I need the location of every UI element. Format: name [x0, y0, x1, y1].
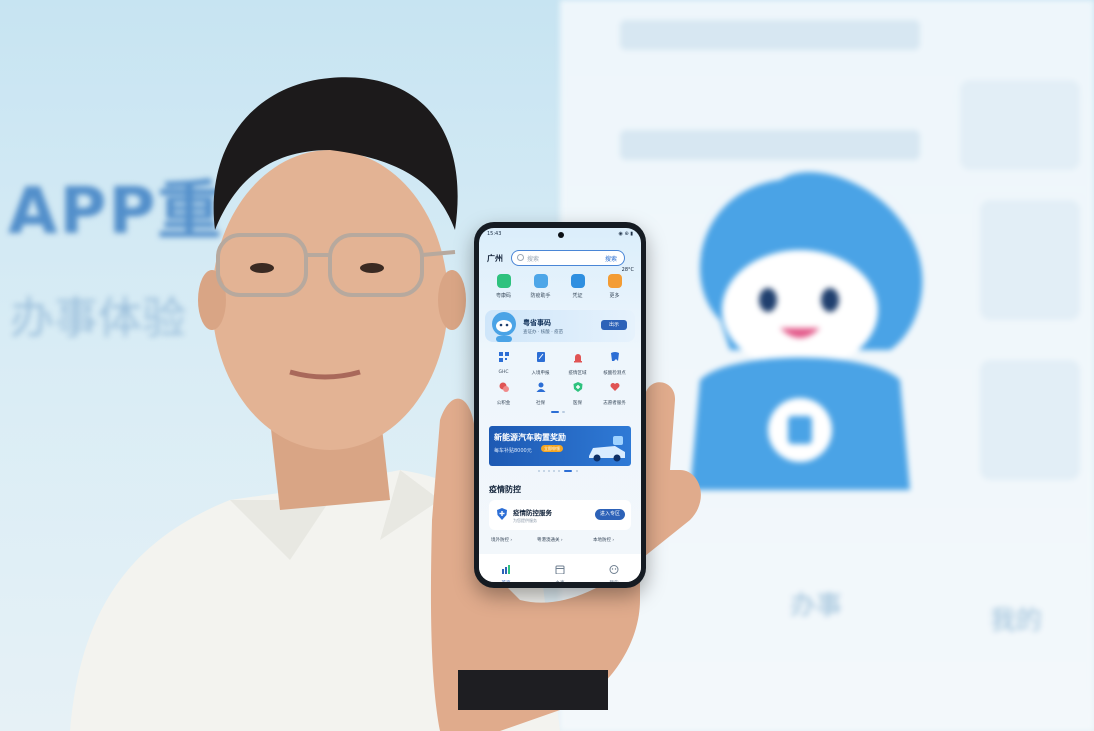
quick-actions: 粤康码 防疫助手 凭证 更多: [485, 274, 635, 306]
health-code-icon: [496, 274, 511, 288]
service-social-security[interactable]: 社保: [522, 378, 559, 406]
search-placeholder: 搜索: [527, 256, 540, 263]
status-time: 15:43: [487, 231, 502, 237]
service-label: GHC: [498, 370, 509, 375]
promo-subtitle: 每车补贴8000元: [494, 448, 532, 454]
service-label: 社保: [536, 401, 545, 406]
calendar-icon: [555, 565, 565, 575]
home-icon: [502, 565, 510, 574]
quick-action-health-code[interactable]: 粤康码: [485, 274, 522, 299]
service-housing-fund[interactable]: 公积金: [485, 378, 522, 406]
shield-plus-icon: [573, 382, 582, 392]
tab-label: 办事: [545, 580, 575, 582]
epidemic-service-card[interactable]: 疫情防控服务 为您提供服务 进入专区: [489, 500, 631, 530]
coins-icon: [499, 382, 509, 392]
promo-banner[interactable]: 新能源汽车购置奖励 每车补贴8000元 立即申领: [489, 426, 631, 466]
bottom-tab-bar: 首页 办事 我的: [479, 554, 641, 582]
grid-page-indicator: [551, 411, 565, 413]
document-icon: [536, 352, 545, 362]
quick-action-label: 更多: [609, 293, 620, 299]
tab-profile[interactable]: 我的: [599, 559, 629, 582]
quick-action-certificate[interactable]: 凭证: [559, 274, 596, 299]
banner-title: 粤省事码: [523, 319, 551, 327]
mascot-avatar-icon: [492, 312, 516, 342]
service-label: 医保: [573, 401, 582, 406]
heart-hand-icon: [610, 383, 619, 391]
more-icon: [607, 274, 622, 288]
service-ghc[interactable]: GHC: [485, 348, 522, 375]
alarm-icon: [573, 354, 582, 363]
person-icon: [536, 382, 545, 392]
card-title: 疫情防控服务: [513, 509, 552, 517]
smartphone: 15:43 ◉ ⊕ ▮ 广州 搜索 搜索 28°C 粤康码 防疫助手 凭证 更多…: [474, 222, 646, 588]
phone-screen: 15:43 ◉ ⊕ ▮ 广州 搜索 搜索 28°C 粤康码 防疫助手 凭证 更多…: [479, 228, 641, 582]
link-customs[interactable]: 粤港澳通关 ›: [537, 537, 563, 543]
shield-icon: [497, 508, 507, 520]
tab-label: 首页: [491, 580, 521, 582]
city-selector[interactable]: 广州: [487, 253, 503, 264]
link-local[interactable]: 本地防控 ›: [593, 537, 614, 543]
link-overseas[interactable]: 境外防控 ›: [491, 537, 512, 543]
show-code-button[interactable]: 出示: [601, 320, 627, 330]
tab-services[interactable]: 办事: [545, 559, 575, 582]
section-title: 疫情防控: [489, 485, 521, 494]
promo-page-indicator: [538, 470, 578, 472]
search-icon: [517, 254, 524, 261]
assistant-icon: [533, 274, 548, 288]
enter-zone-button[interactable]: 进入专区: [595, 509, 625, 520]
certificate-icon: [570, 274, 585, 288]
weather-temperature: 28°C: [621, 267, 634, 273]
card-subtitle: 为您提供服务: [513, 518, 537, 523]
service-label: 入境申报: [531, 371, 550, 376]
qr-code-icon: [498, 352, 509, 362]
service-grid: GHC 入境申报 疫情区域 核酸检测点 公积金 社保 医保 志愿者服务: [485, 348, 635, 408]
top-bar: 广州 搜索 搜索 28°C: [487, 250, 635, 273]
search-button[interactable]: 搜索: [605, 254, 617, 263]
profile-icon: [609, 565, 619, 574]
tab-label: 我的: [599, 580, 629, 582]
promo-title: 新能源汽车购置奖励: [494, 433, 566, 442]
quick-action-assistant[interactable]: 防疫助手: [522, 274, 559, 299]
id-code-banner[interactable]: 粤省事码 查证办 · 核酸 · 疫苗 出示: [485, 310, 635, 342]
service-entry-declaration[interactable]: 入境申报: [522, 348, 559, 376]
service-label: 公积金: [496, 401, 511, 406]
quick-action-label: 凭证: [572, 293, 583, 299]
service-test-site[interactable]: 核酸检测点: [596, 348, 633, 376]
status-bar: 15:43 ◉ ⊕ ▮: [487, 231, 633, 240]
service-label: 核酸检测点: [603, 371, 626, 376]
tooth-icon: [610, 352, 619, 361]
quick-action-label: 防疫助手: [530, 293, 551, 299]
tab-home[interactable]: 首页: [491, 559, 521, 582]
service-epidemic-area[interactable]: 疫情区域: [559, 348, 596, 376]
search-input[interactable]: 搜索 搜索: [511, 250, 625, 266]
service-volunteer[interactable]: 志愿者服务: [596, 378, 633, 406]
service-label: 疫情区域: [568, 371, 587, 376]
status-icons: ◉ ⊕ ▮: [618, 231, 633, 237]
banner-subtitle: 查证办 · 核酸 · 疫苗: [523, 330, 564, 335]
photo: APP重 办事体验 办事 我的 15:43 ◉ ⊕ ▮ 广州 搜索 搜索 28°…: [0, 0, 1094, 731]
quick-action-more[interactable]: 更多: [596, 274, 633, 299]
service-medical-insurance[interactable]: 医保: [559, 378, 596, 406]
service-label: 志愿者服务: [603, 401, 626, 406]
car-icon: [589, 436, 625, 462]
promo-apply-button[interactable]: 立即申领: [541, 445, 563, 452]
quick-action-label: 粤康码: [495, 293, 511, 299]
